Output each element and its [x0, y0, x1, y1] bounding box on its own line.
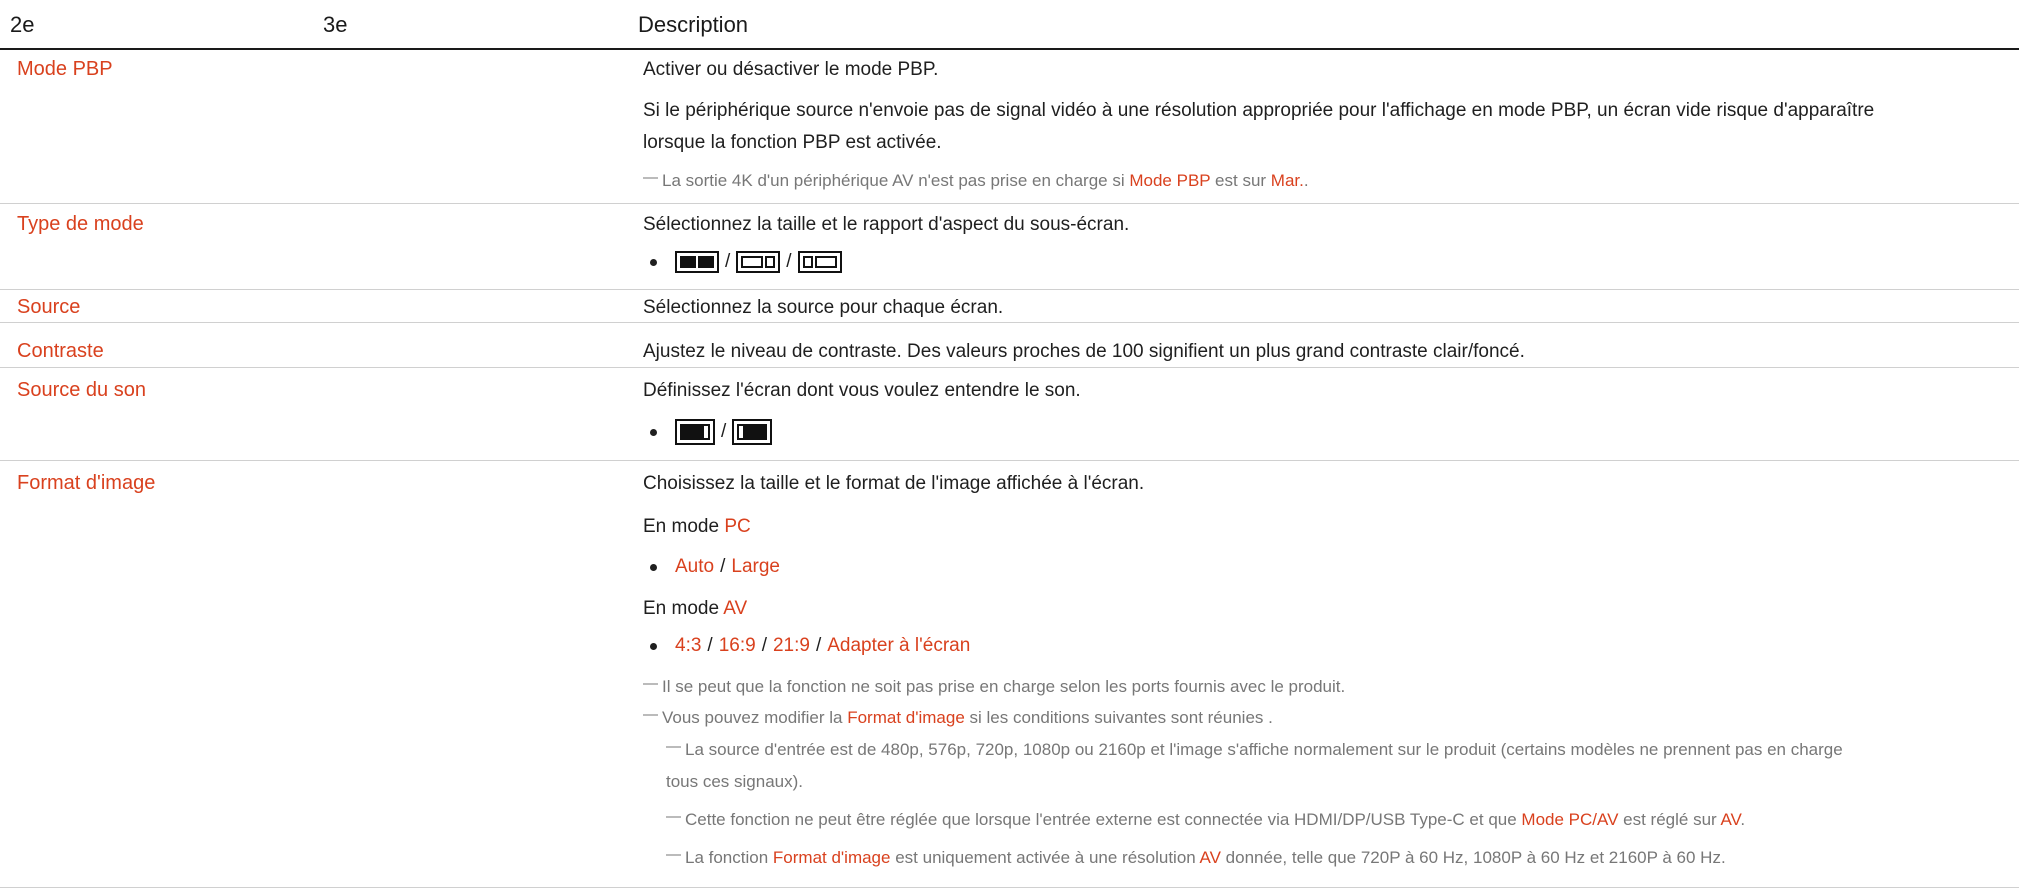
settings-table: 2e 3e Description Mode PBP Activer ou dé…: [0, 0, 2019, 888]
row-title-contraste[interactable]: Contraste: [17, 340, 104, 363]
note-ports: ― Il se peut que la fonction ne soit pas …: [643, 675, 1346, 696]
note-value-av: AV: [1199, 848, 1221, 867]
separator: /: [786, 251, 792, 272]
option-21-9[interactable]: 21:9: [773, 635, 810, 657]
sub-note-input-source: ― La source d'entrée est de 480p, 576p, 7…: [666, 738, 1843, 759]
separator: /: [815, 635, 822, 656]
sound-left-screen-icon[interactable]: [675, 419, 715, 445]
pc-options-list: Auto / Large: [650, 556, 780, 578]
row-title-type-de-mode[interactable]: Type de mode: [17, 213, 144, 236]
note-link-format-image[interactable]: Format d'image: [773, 848, 891, 867]
table-header: 2e 3e Description: [0, 0, 2019, 50]
separator: /: [725, 251, 731, 272]
note-conditions: ― Vous pouvez modifier la Format d'image …: [643, 706, 1273, 727]
note-dash: ―: [643, 706, 658, 723]
description-line: Sélectionnez la taille et le rapport d'a…: [643, 214, 1130, 235]
sub-note-external-input: ― Cette fonction ne peut être réglée que …: [666, 808, 1746, 829]
pbp-narrow-wide-icon[interactable]: [797, 251, 842, 273]
note-4k-av: ― La sortie 4K d'un périphérique AV n'est…: [643, 169, 1309, 191]
note-dash: ―: [643, 675, 658, 692]
bullet-dot: [650, 563, 657, 571]
row-title-format-image[interactable]: Format d'image: [17, 472, 155, 495]
bullet-dot: [650, 258, 657, 266]
option-16-9[interactable]: 16:9: [719, 635, 756, 657]
option-adapter-ecran[interactable]: Adapter à l'écran: [827, 635, 970, 657]
header-col-3e: 3e: [323, 12, 348, 37]
sub-note-input-source-cont: tous ces signaux).: [666, 772, 804, 791]
table-row-mode-pbp: Mode PBP Activer ou désactiver le mode P…: [0, 52, 2019, 203]
separator: /: [707, 635, 713, 656]
sound-options-list: /: [650, 419, 773, 445]
note-link-mode-pc-av[interactable]: Mode PC/AV: [1521, 810, 1618, 829]
header-col-2e: 2e: [10, 12, 35, 37]
note-dash: ―: [666, 738, 681, 755]
av-mode-label: En mode AV: [643, 598, 748, 619]
pc-mode-link[interactable]: PC: [724, 516, 750, 537]
option-4-3[interactable]: 4:3: [675, 635, 701, 657]
header-col-description: Description: [638, 12, 749, 37]
description-line: Définissez l'écran dont vous voulez ente…: [643, 380, 1081, 401]
table-row-source-du-son: Source du son Définissez l'écran dont vo…: [0, 367, 2019, 460]
note-text: La sortie 4K d'un périphérique AV n'est …: [662, 171, 1130, 190]
note-link-format-image[interactable]: Format d'image: [847, 708, 965, 727]
note-dash: ―: [643, 169, 658, 186]
pbp-equal-split-icon[interactable]: [675, 251, 719, 273]
note-dash: ―: [666, 808, 681, 825]
bullet-dot: [650, 642, 657, 650]
bullet-dot: [650, 428, 657, 436]
row-title-source-du-son[interactable]: Source du son: [17, 379, 146, 402]
mode-options-list: / /: [650, 251, 842, 273]
note-dash: ―: [666, 846, 681, 863]
description-line: Ajustez le niveau de contraste. Des vale…: [643, 341, 1525, 362]
note-value-mar: Mar.: [1270, 171, 1304, 190]
description-line: Si le périphérique source n'envoie pas d…: [643, 100, 1875, 121]
description-line: Choisissez la taille et le format de l'i…: [643, 473, 1145, 494]
description-line: lorsque la fonction PBP est activée.: [643, 132, 942, 153]
row-title-source[interactable]: Source: [17, 296, 80, 319]
sound-right-screen-icon[interactable]: [732, 419, 773, 445]
option-auto[interactable]: Auto: [675, 556, 714, 578]
pbp-wide-narrow-icon[interactable]: [736, 251, 781, 273]
table-row-source: Source Sélectionnez la source pour chaqu…: [0, 289, 2019, 322]
row-title-mode-pbp[interactable]: Mode PBP: [17, 58, 113, 81]
separator: /: [721, 421, 727, 442]
description-line: Sélectionnez la source pour chaque écran…: [643, 297, 1004, 318]
sub-note-resolution: ― La fonction Format d'image est uniqueme…: [666, 846, 1726, 867]
av-mode-link[interactable]: AV: [723, 598, 747, 619]
description-line: Activer ou désactiver le mode PBP.: [643, 59, 939, 80]
separator: /: [761, 635, 767, 656]
option-large[interactable]: Large: [731, 556, 780, 578]
separator: /: [720, 556, 726, 577]
note-value-av: AV: [1720, 810, 1741, 829]
note-link-mode-pbp[interactable]: Mode PBP: [1129, 171, 1210, 190]
av-options-list: 4:3 / 16:9 / 21:9 / Adapter à l'écran: [650, 635, 970, 657]
table-row-contraste: Contraste Ajustez le niveau de contraste…: [0, 322, 2019, 367]
pc-mode-label: En mode PC: [643, 516, 751, 537]
table-row-type-de-mode: Type de mode Sélectionnez la taille et l…: [0, 203, 2019, 289]
note-text: est sur: [1210, 171, 1271, 190]
note-text: .: [1303, 171, 1309, 190]
table-row-format-image: Format d'image Choisissez la taille et l…: [0, 460, 2019, 888]
